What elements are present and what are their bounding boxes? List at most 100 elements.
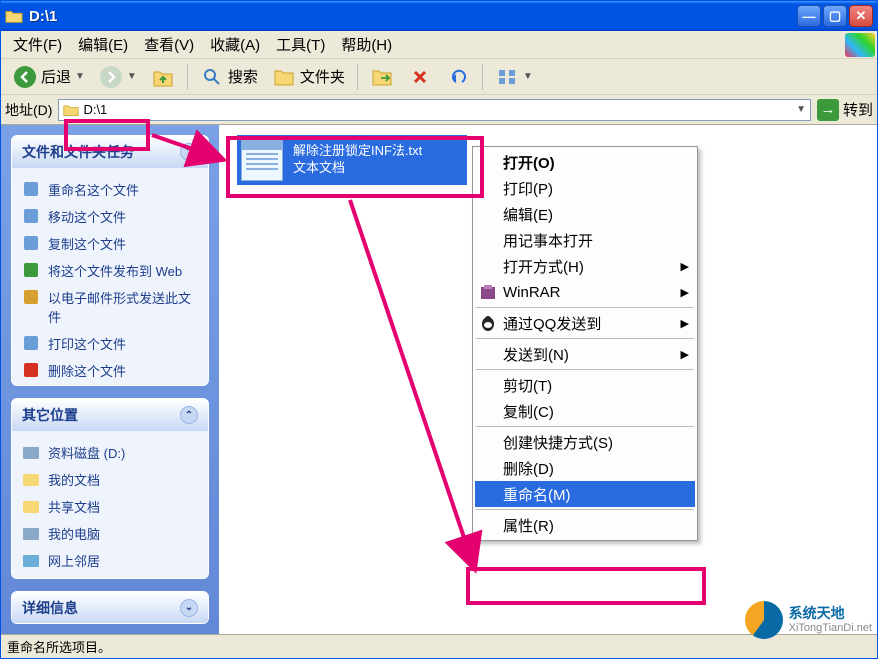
place-item[interactable]: 网上邻居 (22, 547, 198, 574)
search-button[interactable]: 搜索 (194, 63, 264, 91)
context-menu-label: 删除(D) (503, 458, 554, 479)
place-item[interactable]: 资料磁盘 (D:) (22, 439, 198, 466)
context-menu: 打开(O)打印(P)编辑(E)用记事本打开打开方式(H)▶WinRAR▶通过QQ… (472, 146, 698, 541)
menu-tools[interactable]: 工具(T) (268, 32, 333, 57)
address-bar: 地址(D) D:\1 ▼ → 转到 (1, 95, 877, 125)
dropdown-icon[interactable]: ▼ (796, 104, 806, 115)
task-label: 重命名这个文件 (48, 180, 139, 199)
places-header[interactable]: 其它位置⌃ (12, 399, 208, 431)
moveto-button[interactable] (364, 63, 400, 91)
details-header[interactable]: 详细信息⌄ (12, 592, 208, 624)
minimize-button[interactable]: — (797, 5, 821, 27)
window-title: D:\1 (29, 8, 795, 25)
context-menu-item[interactable]: 删除(D) (475, 455, 695, 481)
address-field[interactable]: D:\1 ▼ (58, 99, 811, 121)
context-menu-item[interactable]: 用记事本打开 (475, 227, 695, 253)
menu-edit[interactable]: 编辑(E) (70, 32, 136, 57)
tasks-header[interactable]: 文件和文件夹任务⌃ (12, 136, 208, 168)
task-label: 以电子邮件形式发送此文件 (48, 288, 198, 326)
views-button[interactable]: ▼ (489, 63, 539, 91)
context-menu-item[interactable]: 打开(O) (475, 149, 695, 175)
folder-icon (63, 103, 79, 117)
close-button[interactable]: ✕ (849, 5, 873, 27)
watermark-icon (745, 601, 783, 639)
task-item[interactable]: 以电子邮件形式发送此文件 (22, 284, 198, 330)
context-menu-item[interactable]: 创建快捷方式(S) (475, 429, 695, 455)
forward-button[interactable]: ▼ (93, 63, 143, 91)
context-menu-item[interactable]: 发送到(N)▶ (475, 341, 695, 367)
place-item[interactable]: 我的电脑 (22, 520, 198, 547)
delete-button[interactable] (402, 63, 438, 91)
task-item[interactable]: 删除这个文件 (22, 357, 198, 384)
watermark-name: 系统天地 (789, 606, 872, 621)
context-menu-item[interactable]: WinRAR▶ (475, 279, 695, 305)
place-label: 我的文档 (48, 470, 100, 489)
submenu-arrow-icon: ▶ (681, 286, 689, 299)
context-menu-item[interactable]: 剪切(T) (475, 372, 695, 398)
views-icon (495, 65, 519, 89)
task-icon (22, 207, 40, 225)
watermark: 系统天地 XiTongTianDi.net (745, 601, 872, 639)
back-label: 后退 (41, 66, 71, 87)
titlebar: D:\1 — ▢ ✕ (1, 1, 877, 31)
menu-favorites[interactable]: 收藏(A) (202, 32, 268, 57)
file-item[interactable]: 解除注册锁定INF法.txt 文本文档 (237, 135, 467, 185)
folders-button[interactable]: 文件夹 (266, 63, 351, 91)
task-icon (22, 334, 40, 352)
context-menu-item[interactable]: 通过QQ发送到▶ (475, 310, 695, 336)
context-menu-item[interactable]: 打开方式(H)▶ (475, 253, 695, 279)
context-menu-item[interactable]: 打印(P) (475, 175, 695, 201)
collapse-icon: ⌃ (180, 406, 198, 424)
expand-icon: ⌄ (180, 599, 198, 617)
task-icon (22, 361, 40, 379)
task-item[interactable]: 将这个文件发布到 Web (22, 257, 198, 284)
place-icon (22, 497, 40, 515)
delete-icon (408, 65, 432, 89)
task-icon (22, 180, 40, 198)
place-label: 共享文档 (48, 497, 100, 516)
context-menu-label: 重命名(M) (503, 484, 571, 505)
place-item[interactable]: 我的文档 (22, 466, 198, 493)
qq-icon (479, 314, 497, 332)
menu-help[interactable]: 帮助(H) (333, 32, 400, 57)
task-item[interactable]: 打印这个文件 (22, 330, 198, 357)
up-button[interactable] (145, 63, 181, 91)
maximize-button[interactable]: ▢ (823, 5, 847, 27)
go-button[interactable]: → 转到 (817, 99, 873, 121)
undo-button[interactable] (440, 63, 476, 91)
context-menu-item[interactable]: 属性(R) (475, 512, 695, 538)
context-menu-item[interactable]: 编辑(E) (475, 201, 695, 227)
task-icon (22, 288, 40, 306)
context-menu-label: 打开方式(H) (503, 256, 584, 277)
context-menu-label: 剪切(T) (503, 375, 552, 396)
file-name: 解除注册锁定INF法.txt (293, 143, 422, 160)
place-icon (22, 524, 40, 542)
place-item[interactable]: 共享文档 (22, 493, 198, 520)
context-menu-label: 打印(P) (503, 178, 553, 199)
windows-flag-icon (845, 33, 875, 57)
task-item[interactable]: 复制这个文件 (22, 230, 198, 257)
dropdown-icon: ▼ (75, 71, 85, 82)
place-icon (22, 443, 40, 461)
back-button[interactable]: 后退 ▼ (7, 63, 91, 91)
place-icon (22, 470, 40, 488)
dropdown-icon: ▼ (127, 71, 137, 82)
context-menu-label: 打开(O) (503, 152, 555, 173)
menu-file[interactable]: 文件(F) (5, 32, 70, 57)
task-item[interactable]: 移动这个文件 (22, 203, 198, 230)
submenu-arrow-icon: ▶ (681, 348, 689, 361)
file-label: 解除注册锁定INF法.txt 文本文档 (293, 143, 422, 177)
context-menu-label: 编辑(E) (503, 204, 553, 225)
menubar: 文件(F) 编辑(E) 查看(V) 收藏(A) 工具(T) 帮助(H) (1, 31, 877, 59)
undo-icon (446, 65, 470, 89)
menu-view[interactable]: 查看(V) (136, 32, 202, 57)
submenu-arrow-icon: ▶ (681, 317, 689, 330)
tasks-title: 文件和文件夹任务 (22, 142, 134, 162)
task-label: 将这个文件发布到 Web (48, 261, 182, 280)
context-menu-item[interactable]: 复制(C) (475, 398, 695, 424)
details-panel: 详细信息⌄ (11, 591, 209, 624)
task-label: 移动这个文件 (48, 207, 126, 226)
place-label: 资料磁盘 (D:) (48, 443, 125, 462)
context-menu-item[interactable]: 重命名(M) (475, 481, 695, 507)
task-item[interactable]: 重命名这个文件 (22, 176, 198, 203)
